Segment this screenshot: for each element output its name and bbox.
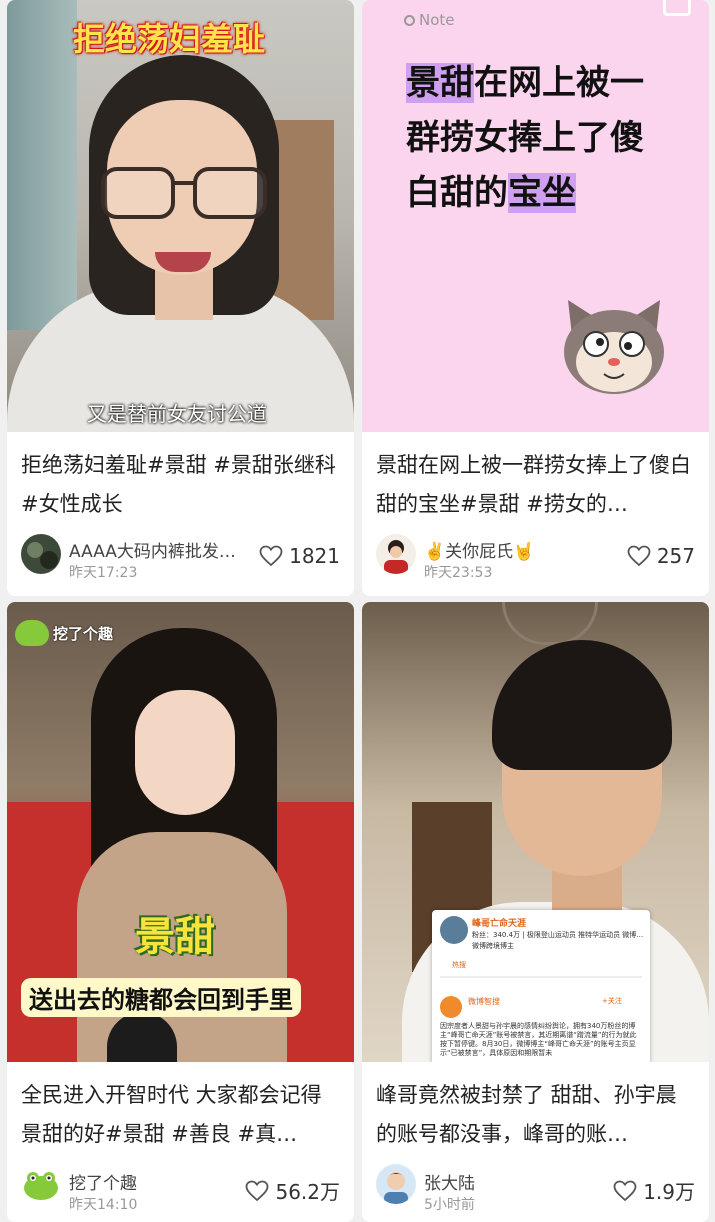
heart-icon <box>627 545 651 567</box>
author-name[interactable]: AAAA大码内裤批发… <box>69 537 236 562</box>
avatar[interactable] <box>376 534 416 574</box>
like-count: 1.9万 <box>643 1180 695 1204</box>
screen-verified: 微博跨境博主 <box>472 942 514 950</box>
screen-body: 因宗度者人景甜与孙宇晨的感情纠纷舆论，拥有340万粉丝的博主“峰哥亡命天涯”账号… <box>440 1022 637 1057</box>
like-count: 56.2万 <box>275 1180 340 1204</box>
post-title[interactable]: 拒绝荡妇羞耻#景甜 #景甜张继科 #女性成长 <box>21 446 340 524</box>
like-count: 1821 <box>289 544 340 568</box>
cover-subtitle: 又是替前女友讨公道 <box>87 402 267 426</box>
post-time: 昨天17:23 <box>69 565 138 581</box>
frog-icon <box>21 1164 61 1204</box>
heart-icon <box>613 1180 637 1201</box>
feed-card[interactable]: 峰哥亡命天涯 粉丝：340.4万 | 极限登山运动员 推特华运动员 微博… 微博… <box>362 602 709 1222</box>
like-button[interactable]: 56.2万 <box>245 1176 340 1205</box>
avatar[interactable] <box>21 534 61 574</box>
heart-icon <box>246 1180 269 1201</box>
cover-caption: 送出去的糖都会回到手里 <box>21 978 301 1017</box>
cover-image[interactable]: 峰哥亡命天涯 粉丝：340.4万 | 极限登山运动员 推特华运动员 微博… 微博… <box>362 602 709 1062</box>
feed-card[interactable]: Note 景甜在网上被一群捞女捧上了傻白甜的宝坐 景甜在网上被一群捞女捧上了傻白… <box>362 0 709 596</box>
post-title[interactable]: 全民进入开智时代 大家都会记得景甜的好#景甜 #善良 #真… <box>21 1076 340 1154</box>
post-time: 昨天23:53 <box>424 565 493 581</box>
face <box>135 690 235 815</box>
screen-name: 峰哥亡命天涯 <box>472 919 527 929</box>
author-name[interactable]: ✌️关你屁氏🤘 <box>424 537 534 562</box>
cover-image[interactable]: Note 景甜在网上被一群捞女捧上了傻白甜的宝坐 <box>362 0 709 432</box>
like-button[interactable]: 257 <box>627 544 695 568</box>
screen-poster-avatar <box>440 996 462 1018</box>
screen-avatar <box>440 916 468 944</box>
frog-icon <box>15 620 49 646</box>
hair <box>492 640 672 770</box>
screen-poster: 微博智搜 <box>468 997 500 1006</box>
screen-fans: 粉丝：340.4万 | 极限登山运动员 推特华运动员 微博… <box>472 931 644 939</box>
like-button[interactable]: 1.9万 <box>613 1176 695 1205</box>
author-name[interactable]: 张大陆 <box>424 1169 475 1194</box>
screenshot-overlay: 峰哥亡命天涯 粉丝：340.4万 | 极限登山运动员 推特华运动员 微博… 微博… <box>432 910 650 1062</box>
post-time: 昨天14:10 <box>69 1197 138 1213</box>
screen-hot: 热搜 <box>452 961 466 969</box>
avatar[interactable] <box>21 1164 61 1204</box>
glasses-icon <box>101 167 267 219</box>
channel-badge: 挖了个趣 <box>15 620 113 646</box>
corner-icon <box>663 0 691 16</box>
like-button[interactable]: 1821 <box>259 544 340 568</box>
like-count: 257 <box>656 544 695 568</box>
cover-headline: 拒绝荡妇羞耻 <box>73 20 266 58</box>
cover-image[interactable]: 拒绝荡妇羞耻 又是替前女友讨公道 <box>7 0 354 432</box>
ceiling-lamp <box>502 602 598 645</box>
post-title[interactable]: 景甜在网上被一群捞女捧上了傻白甜的宝坐#景甜 #捞女的… <box>376 446 695 524</box>
screen-follow: +关注 <box>602 997 622 1005</box>
curtain <box>7 0 77 330</box>
note-label: Note <box>404 11 455 29</box>
post-title[interactable]: 峰哥竟然被封禁了 甜甜、孙宇晨的账号都没事，峰哥的账… <box>376 1076 695 1154</box>
feed-card[interactable]: 挖了个趣 景甜 送出去的糖都会回到手里 全民进入开智时代 大家都会记得景甜的好#… <box>7 602 354 1222</box>
heart-icon <box>259 545 283 567</box>
avatar[interactable] <box>376 1164 416 1204</box>
post-time: 5小时前 <box>424 1197 475 1213</box>
cover-text: 景甜在网上被一群捞女捧上了傻白甜的宝坐 <box>406 63 644 213</box>
dog-sticker-icon <box>564 300 664 394</box>
note-icon <box>404 14 415 26</box>
cover-image[interactable]: 挖了个趣 景甜 送出去的糖都会回到手里 <box>7 602 354 1062</box>
cover-name: 景甜 <box>135 914 215 960</box>
feed-card[interactable]: 拒绝荡妇羞耻 又是替前女友讨公道 拒绝荡妇羞耻#景甜 #景甜张继科 #女性成长 … <box>7 0 354 596</box>
author-name[interactable]: 挖了个趣 <box>69 1169 137 1194</box>
